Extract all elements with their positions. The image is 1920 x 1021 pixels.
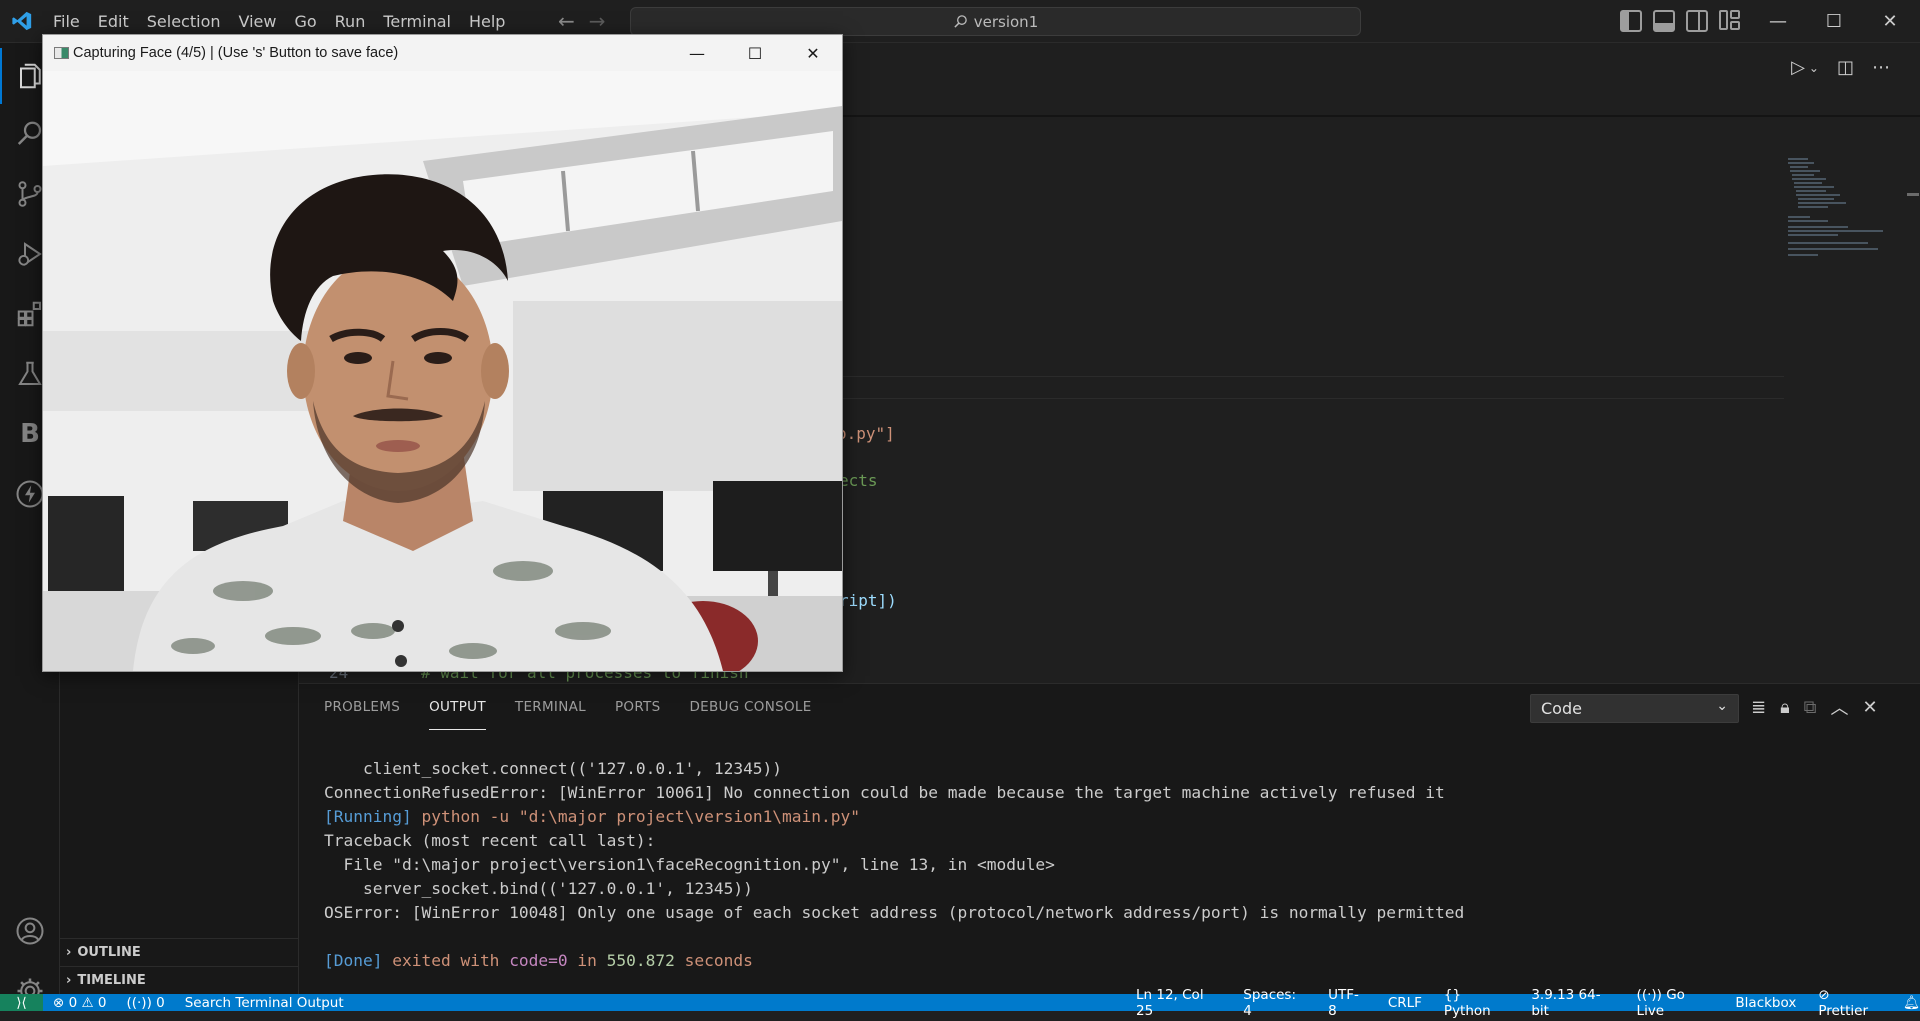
run-python-file-icon[interactable]: ▷ (1791, 57, 1805, 78)
webcam-frame-image (43, 71, 842, 671)
warning-count: 0 (97, 994, 107, 1011)
customize-layout-icon[interactable] (1719, 10, 1741, 32)
lock-scroll-icon[interactable]: 🔒︎ (1780, 697, 1790, 718)
output-line: ConnectionRefusedError: [WinError 10061]… (324, 783, 1445, 802)
app-window-icon (54, 47, 69, 59)
webcam-feed (43, 71, 842, 671)
status-bar: ⟩⟨ ⊗ 0 ⚠ 0 ((·)) 0 Search Terminal Outpu… (0, 987, 1920, 1019)
done-text: seconds (674, 951, 753, 970)
status-left: ⊗ 0 ⚠ 0 ((·)) 0 Search Terminal Output (43, 995, 344, 1011)
face-capture-title: Capturing Face (4/5) | (Use 's' Button t… (73, 45, 399, 61)
tab-problems[interactable]: PROBLEMS (324, 684, 400, 730)
forward-arrow-icon[interactable]: → (589, 9, 606, 33)
vscode-logo-icon (0, 0, 44, 43)
close-icon[interactable]: ✕ (1862, 0, 1918, 43)
maximize-icon[interactable]: ☐ (726, 35, 784, 71)
toggle-panel-icon[interactable] (1653, 10, 1675, 32)
minimap[interactable] (1784, 116, 1894, 286)
nav-arrows: ← → (558, 9, 606, 33)
end-of-line[interactable]: CRLF (1388, 995, 1422, 1011)
chevron-right-icon: › (66, 945, 72, 960)
output-blank-line (324, 925, 1464, 949)
close-icon[interactable]: ✕ (784, 35, 842, 71)
panel-actions: ≣ 🔒︎ ⧉ ︿ ✕ (1751, 694, 1878, 720)
python-interpreter[interactable]: 3.9.13 64-bit (1531, 987, 1614, 1019)
maximize-icon[interactable]: ☐ (1806, 0, 1862, 43)
output-line: [Done] exited with code=0 in 550.872 sec… (324, 949, 1464, 973)
output-line: Traceback (most recent call last): (324, 831, 656, 850)
more-actions-icon[interactable]: ⋯ (1872, 57, 1890, 78)
tab-output[interactable]: OUTPUT (429, 685, 486, 730)
face-capture-titlebar[interactable]: Capturing Face (4/5) | (Use 's' Button t… (43, 35, 842, 71)
chevron-right-icon: › (66, 973, 72, 988)
blackbox-status[interactable]: Blackbox (1735, 995, 1796, 1011)
window-controls: — ☐ ✕ (1750, 0, 1918, 43)
code-fragment: o.py"] (837, 424, 895, 443)
ports-count: 0 (156, 994, 165, 1011)
elapsed-time: 550.872 (606, 951, 675, 970)
close-panel-icon[interactable]: ✕ (1863, 697, 1878, 718)
ports-status[interactable]: ((·)) 0 (126, 995, 164, 1011)
editor-toolbar: ▷ ⌄ ◫ ⋯ (1791, 57, 1890, 78)
go-live-label: Go Live (1636, 986, 1685, 1019)
running-tag: [Running] (324, 807, 412, 826)
notifications-bell-icon[interactable]: 🔔︎ (1903, 995, 1920, 1011)
run-command: python -u "d:\major project\version1\mai… (411, 807, 861, 826)
search-terminal-output[interactable]: Search Terminal Output (185, 995, 344, 1011)
remote-indicator-icon[interactable]: ⟩⟨ (0, 994, 43, 1011)
prettier-status[interactable]: ⊘ Prettier (1818, 987, 1881, 1019)
output-line: client_socket.connect(('127.0.0.1', 1234… (324, 759, 783, 778)
workspace-name: version1 (973, 12, 1039, 31)
face-capture-window-controls: — ☐ ✕ (668, 35, 842, 71)
error-count: 0 (68, 994, 78, 1011)
search-icon (954, 15, 967, 28)
timeline-section[interactable]: › TIMELINE (60, 966, 299, 994)
face-capture-window[interactable]: Capturing Face (4/5) | (Use 's' Button t… (42, 34, 843, 672)
split-editor-icon[interactable]: ◫ (1837, 57, 1854, 78)
run-dropdown-chevron-icon[interactable]: ⌄ (1809, 61, 1819, 75)
open-output-editor-icon[interactable]: ⧉ (1804, 697, 1817, 718)
output-channel-select[interactable]: Code ⌄ (1530, 694, 1739, 723)
output-channel-value: Code (1541, 699, 1582, 718)
encoding[interactable]: UTF-8 (1328, 987, 1366, 1019)
language-mode[interactable]: {} Python (1444, 987, 1509, 1019)
done-tag: [Done] (324, 951, 383, 970)
output-line: [Running] python -u "d:\major project\ve… (324, 805, 1464, 829)
cursor-position[interactable]: Ln 12, Col 25 (1136, 987, 1221, 1019)
indentation[interactable]: Spaces: 4 (1243, 987, 1306, 1019)
back-arrow-icon[interactable]: ← (558, 9, 575, 33)
maximize-panel-icon[interactable]: ︿ (1831, 694, 1849, 720)
minimize-icon[interactable]: — (668, 35, 726, 71)
tab-ports[interactable]: PORTS (615, 684, 660, 730)
go-live-button[interactable]: ((·)) Go Live (1637, 987, 1714, 1019)
status-right: Ln 12, Col 25 Spaces: 4 UTF-8 CRLF {} Py… (1136, 987, 1920, 1019)
tab-debug-console[interactable]: DEBUG CONSOLE (689, 684, 811, 730)
minimize-icon[interactable]: — (1750, 0, 1806, 43)
layout-controls (1620, 10, 1741, 32)
scrollbar-marker[interactable] (1907, 193, 1919, 196)
timeline-label: TIMELINE (77, 973, 146, 988)
command-center-search[interactable]: version1 (630, 7, 1361, 36)
code-fragment: ript]) (839, 591, 897, 610)
code-fragment: ects (839, 471, 878, 490)
output-line: server_socket.bind(('127.0.0.1', 12345)) (324, 879, 753, 898)
chevron-down-icon: ⌄ (1716, 698, 1728, 714)
done-text: in (567, 951, 607, 970)
problems-status[interactable]: ⊗ 0 ⚠ 0 (53, 995, 106, 1011)
output-line: File "d:\major project\version1\faceReco… (324, 855, 1055, 874)
tab-terminal[interactable]: TERMINAL (515, 684, 586, 730)
accounts-icon[interactable] (0, 903, 60, 959)
output-log: client_socket.connect(('127.0.0.1', 1234… (324, 733, 1464, 1021)
toggle-secondary-sidebar-icon[interactable] (1686, 10, 1708, 32)
bottom-panel: PROBLEMS OUTPUT TERMINAL PORTS DEBUG CON… (299, 683, 1920, 994)
outline-label: OUTLINE (77, 945, 141, 960)
exit-code: code=0 (509, 951, 568, 970)
outline-section[interactable]: › OUTLINE (60, 938, 299, 966)
panel-tabs: PROBLEMS OUTPUT TERMINAL PORTS DEBUG CON… (299, 684, 812, 730)
output-line: OSError: [WinError 10048] Only one usage… (324, 903, 1465, 922)
done-text: exited with (382, 951, 510, 970)
toggle-primary-sidebar-icon[interactable] (1620, 10, 1642, 32)
clear-output-icon[interactable]: ≣ (1751, 697, 1766, 718)
